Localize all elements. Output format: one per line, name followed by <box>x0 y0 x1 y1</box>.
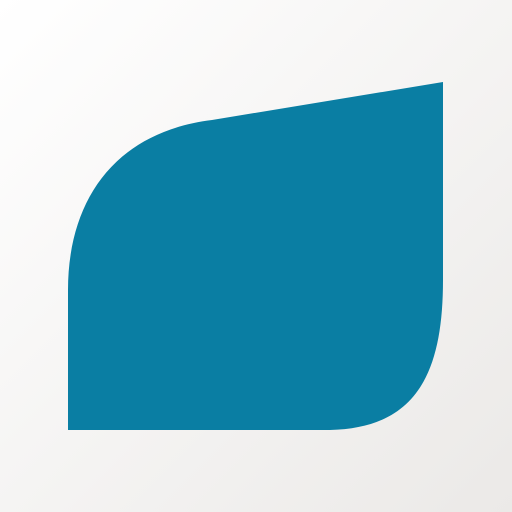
leaf-icon <box>68 82 443 430</box>
leaf-shape <box>68 82 443 430</box>
app-icon-tile <box>0 0 512 512</box>
